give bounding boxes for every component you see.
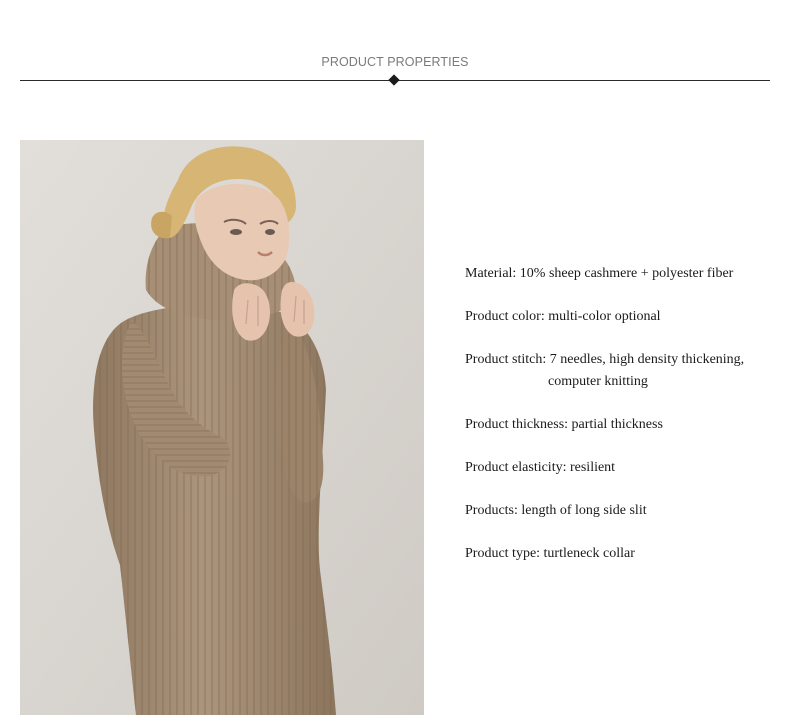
property-material: Material: 10% sheep cashmere + polyester… xyxy=(465,266,734,281)
property-elasticity: Product elasticity: resilient xyxy=(465,460,616,475)
property-thickness: Product thickness: partial thickness xyxy=(465,417,663,432)
product-photo xyxy=(20,140,424,715)
property-stitch: Product stitch: 7 needles, high density … xyxy=(465,349,775,393)
product-properties-list: Material: 10% sheep cashmere + polyester… xyxy=(465,263,775,586)
property-color: Product color: multi-color optional xyxy=(465,309,661,324)
section-title: PRODUCT PROPERTIES xyxy=(321,55,469,69)
section-header: PRODUCT PROPERTIES xyxy=(0,0,790,100)
property-stitch-continuation: computer knitting xyxy=(548,374,648,389)
diamond-ornament-icon xyxy=(388,74,400,86)
property-length: Products: length of long side slit xyxy=(465,503,647,518)
property-type: Product type: turtleneck collar xyxy=(465,546,635,561)
